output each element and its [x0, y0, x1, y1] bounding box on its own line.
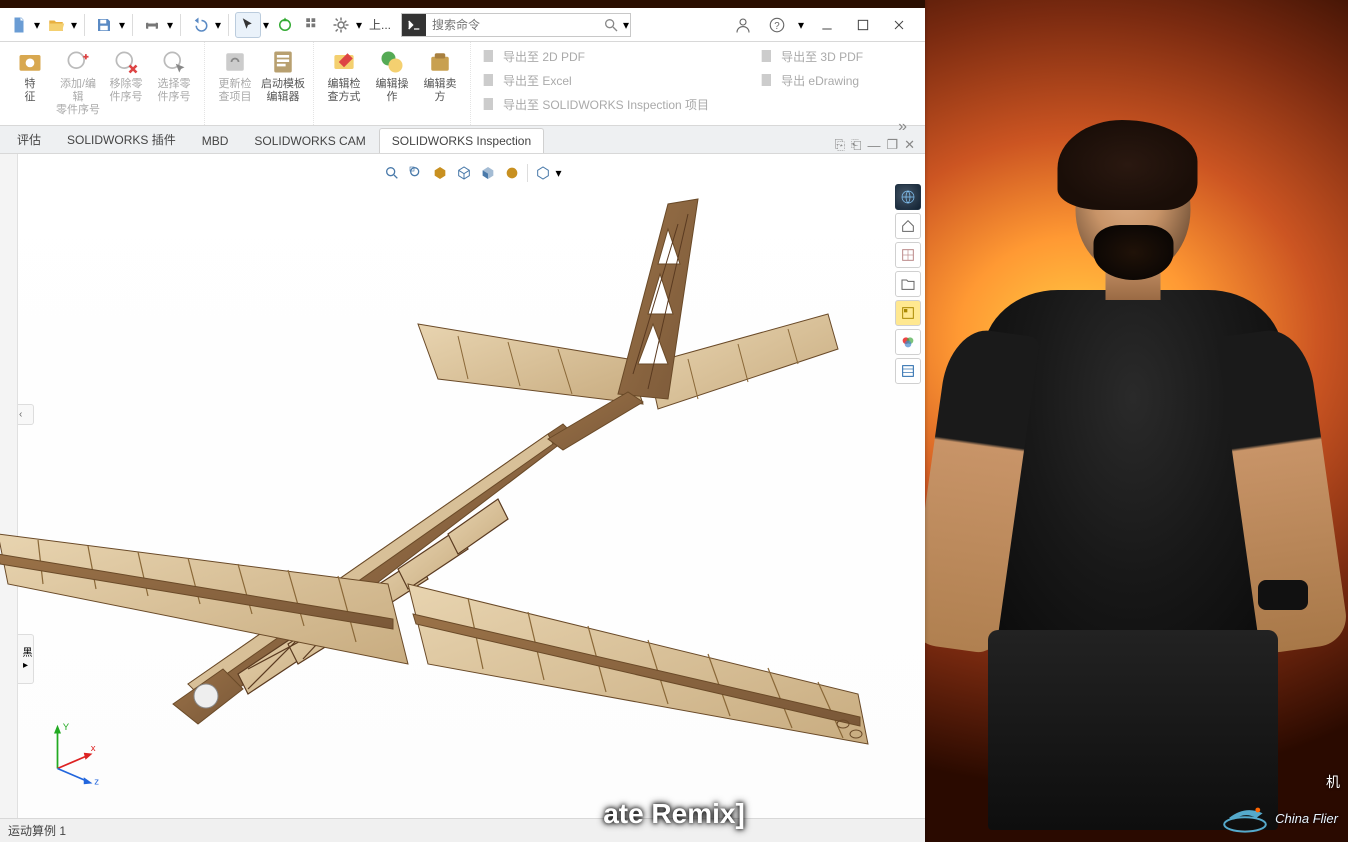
ribbon-expand-icon[interactable]: »: [890, 118, 915, 136]
solidworks-window: ▾ ▾ ▾ ▾ ▾ ▾: [0, 0, 925, 842]
doc-close-icon[interactable]: ✕: [904, 137, 915, 153]
rebuild-button[interactable]: [272, 12, 298, 38]
ribbon-refresh-button[interactable]: 更新检 查项目: [211, 46, 259, 106]
document-tabs: 评估 SOLIDWORKS 插件 MBD SOLIDWORKS CAM SOLI…: [0, 126, 925, 154]
save-dropdown[interactable]: ▾: [119, 18, 126, 32]
print-dropdown[interactable]: ▾: [167, 18, 174, 32]
select-button[interactable]: [235, 12, 261, 38]
help-button[interactable]: ?: [764, 12, 790, 38]
doc-restore-icon[interactable]: ❐: [886, 137, 898, 153]
open-file-button[interactable]: [43, 12, 69, 38]
airplane-model: [0, 164, 925, 818]
svg-text:x: x: [91, 743, 96, 754]
maximize-button[interactable]: [849, 13, 877, 37]
command-search[interactable]: ▾: [401, 13, 631, 37]
select-dropdown[interactable]: ▾: [263, 18, 270, 32]
new-file-dropdown[interactable]: ▾: [34, 18, 41, 32]
open-file-dropdown[interactable]: ▾: [71, 18, 78, 32]
search-dropdown[interactable]: ▾: [623, 18, 630, 32]
svg-text:Y: Y: [63, 722, 70, 733]
ribbon-feature-button[interactable]: 特 征: [6, 46, 54, 106]
ribbon-balloon-remove-button[interactable]: 移除零 件序号: [102, 46, 150, 106]
settings-gear-button[interactable]: [328, 12, 354, 38]
orientation-triad[interactable]: Y x z: [40, 716, 110, 786]
ribbon-edit-method-button[interactable]: 编辑检 查方式: [320, 46, 368, 106]
new-file-button[interactable]: [6, 12, 32, 38]
save-button[interactable]: [91, 12, 117, 38]
watermark-text: China Flier: [1275, 811, 1338, 826]
doc-next-icon[interactable]: ⎗: [851, 137, 861, 153]
motion-study-tab[interactable]: 运动算例 1: [8, 822, 66, 839]
video-subtitle: ate Remix]: [603, 798, 745, 830]
export-2d-pdf[interactable]: 导出至 2D PDF: [481, 46, 709, 66]
tab-mbd[interactable]: MBD: [189, 128, 242, 153]
ribbon-balloon-add-button[interactable]: 添加/编辑 零件序号: [54, 46, 102, 119]
svg-text:z: z: [94, 776, 99, 786]
doc-minimize-icon[interactable]: —: [867, 138, 880, 153]
user-account-button[interactable]: [730, 12, 756, 38]
document-window-controls: ⎘ ⎗ — ❐ ✕: [835, 137, 925, 153]
settings-dropdown[interactable]: ▾: [356, 18, 363, 32]
undo-dropdown[interactable]: ▾: [215, 18, 222, 32]
export-excel[interactable]: 导出至 Excel: [481, 70, 709, 90]
svg-text:?: ?: [774, 20, 780, 31]
watermark: China Flier: [1221, 800, 1338, 836]
ribbon-edit-op-button[interactable]: 编辑操 作: [368, 46, 416, 106]
tab-sw-inspection[interactable]: SOLIDWORKS Inspection: [379, 128, 544, 153]
corner-label: 机: [1326, 772, 1340, 792]
ribbon: 特 征 添加/编辑 零件序号 移除零 件序号 选择零 件序号: [0, 42, 925, 126]
ribbon-edit-vendor-button[interactable]: 编辑卖 方: [416, 46, 464, 106]
undo-button[interactable]: [187, 12, 213, 38]
doc-prev-icon[interactable]: ⎘: [835, 137, 845, 153]
print-button[interactable]: [139, 12, 165, 38]
tab-sw-cam[interactable]: SOLIDWORKS CAM: [241, 128, 378, 153]
person-overlay: [918, 120, 1348, 820]
search-icon[interactable]: [599, 17, 623, 33]
status-bar: 运动算例 1: [0, 818, 925, 842]
help-dropdown[interactable]: ▾: [798, 18, 805, 32]
ribbon-export-menu: 导出至 2D PDF 导出至 Excel 导出至 SOLIDWORKS Insp…: [471, 42, 925, 125]
command-prompt-icon: [402, 14, 426, 36]
quick-access-toolbar: ▾ ▾ ▾ ▾ ▾ ▾: [0, 8, 925, 42]
command-search-input[interactable]: [426, 14, 599, 36]
upload-label[interactable]: 上...: [365, 16, 395, 33]
options-grid-button[interactable]: [300, 12, 326, 38]
tab-sw-addins[interactable]: SOLIDWORKS 插件: [54, 125, 189, 153]
3d-viewport[interactable]: ‹ 黑 ▸ ▾: [18, 154, 925, 818]
ribbon-balloon-select-button[interactable]: 选择零 件序号: [150, 46, 198, 106]
export-3d-pdf[interactable]: 导出至 3D PDF: [759, 46, 863, 66]
export-inspection[interactable]: 导出至 SOLIDWORKS Inspection 项目: [481, 94, 709, 114]
viewport-container: ‹ 黑 ▸ ▾: [0, 154, 925, 818]
close-button[interactable]: [885, 13, 913, 37]
minimize-button[interactable]: [813, 13, 841, 37]
export-edrawing[interactable]: 导出 eDrawing: [759, 70, 863, 90]
ribbon-template-button[interactable]: 启动模板 编辑器: [259, 46, 307, 106]
tab-evaluate[interactable]: 评估: [4, 125, 54, 153]
watermark-logo-icon: [1221, 800, 1269, 836]
